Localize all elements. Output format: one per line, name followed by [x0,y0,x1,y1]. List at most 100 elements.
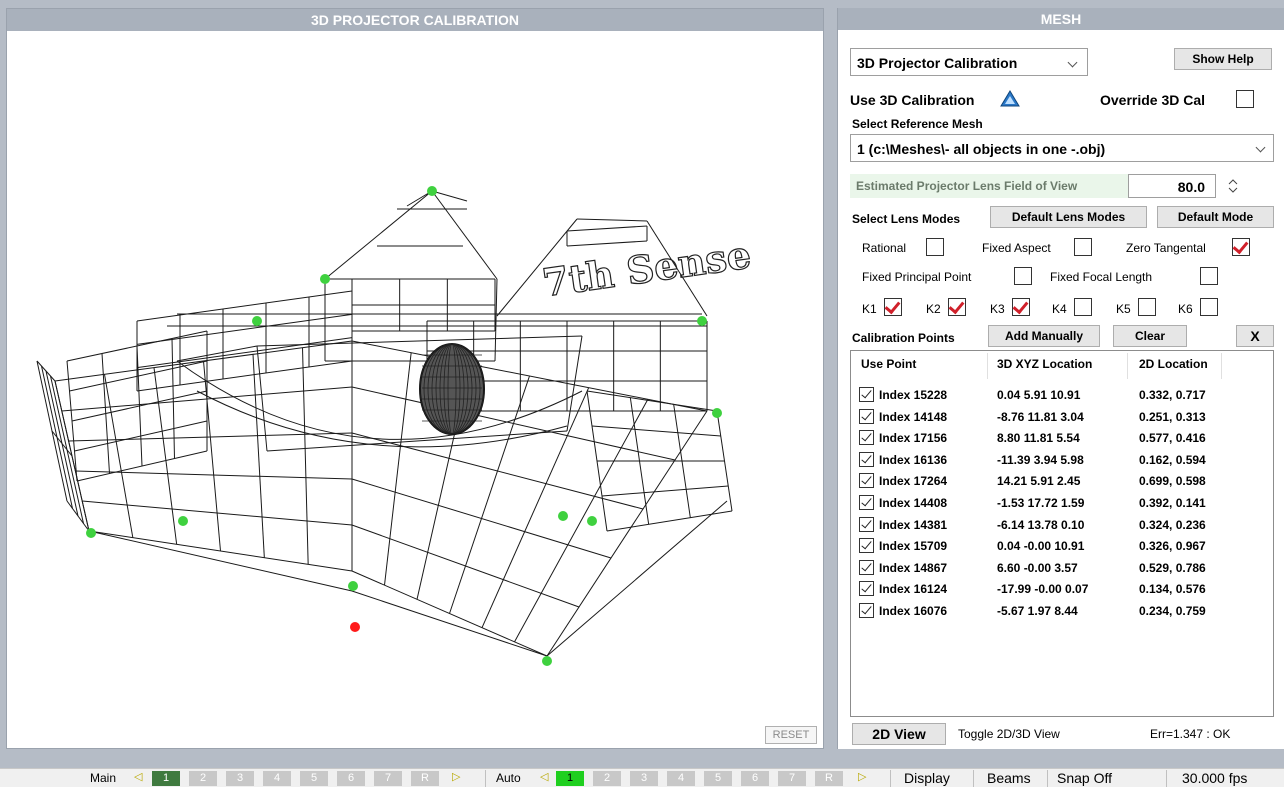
clear-button[interactable]: Clear [1113,325,1187,347]
calibration-point-marker[interactable] [558,511,568,521]
show-help-button[interactable]: Show Help [1174,48,1272,70]
main-segment-3[interactable]: 3 [226,771,254,786]
k6-checkbox[interactable] [1200,298,1218,316]
beams-button[interactable]: Beams [987,770,1031,786]
cell-index: Index 15228 [879,388,948,402]
use-point-checkbox[interactable] [859,387,874,402]
table-row[interactable]: Index 15228 0.04 5.91 10.91 0.332, 0.717 [851,385,1271,405]
calibration-viewport[interactable]: 3D PROJECTOR CALIBRATION 7th Sense RESET [6,8,824,749]
auto-segment-5[interactable]: 5 [704,771,732,786]
calibration-point-marker[interactable] [320,274,330,284]
fixed-focal-length-checkbox[interactable] [1200,267,1218,285]
cell-loc2d: 0.324, 0.236 [1139,517,1206,532]
use-point-checkbox[interactable] [859,581,874,597]
use-point-checkbox[interactable] [859,408,874,424]
rational-checkbox[interactable] [926,238,944,256]
close-x-button[interactable]: X [1236,325,1274,347]
table-row[interactable]: Index 16124 -17.99 -0.00 0.07 0.134, 0.576 [851,579,1271,599]
next-main-icon[interactable]: ▷ [452,770,460,783]
calibration-point-marker[interactable] [252,316,262,326]
fps-readout: 30.000 fps [1182,770,1248,786]
zero-tangental-checkbox[interactable] [1232,238,1250,256]
calibration-point-marker[interactable] [712,408,722,418]
toggle-view-button[interactable]: 2D View [852,723,946,745]
add-manually-button[interactable]: Add Manually [988,325,1100,347]
select-reference-mesh-label: Select Reference Mesh [852,117,983,131]
calibration-points-table[interactable]: Use Point 3D XYZ Location 2D Location In… [850,350,1274,717]
error-status: Err=1.347 : OK [1150,727,1231,741]
reference-mesh-dropdown[interactable]: 1 (c:\Meshes\- all objects in one -.obj) [850,134,1274,162]
next-auto-icon[interactable]: ▷ [858,770,866,783]
k3-checkbox[interactable] [1012,298,1030,316]
calibration-triangle-icon[interactable] [1000,90,1020,108]
use-point-checkbox[interactable] [859,538,874,554]
use-point-checkbox[interactable] [859,516,874,532]
calibration-point-marker[interactable] [348,581,358,591]
column-header-3d-xyz[interactable]: 3D XYZ Location [997,357,1092,371]
main-segment-2[interactable]: 2 [189,771,217,786]
auto-segment-1[interactable]: 1 [556,771,584,786]
table-row[interactable]: Index 14408 -1.53 17.72 1.59 0.392, 0.141 [851,493,1271,513]
k4-checkbox[interactable] [1074,298,1092,316]
use-point-checkbox[interactable] [859,473,874,489]
table-row[interactable]: Index 14867 6.60 -0.00 3.57 0.529, 0.786 [851,558,1271,578]
fixed-principal-point-checkbox[interactable] [1014,267,1032,285]
calibration-points-label: Calibration Points [852,331,955,345]
calibration-point-marker[interactable] [86,528,96,538]
calibration-point-marker[interactable] [587,516,597,526]
use-point-checkbox[interactable] [859,451,874,467]
cell-loc2d: 0.326, 0.967 [1139,539,1206,554]
calibration-point-marker[interactable] [542,656,552,666]
prev-main-icon[interactable]: ◁ [134,770,142,783]
table-row[interactable]: Index 15709 0.04 -0.00 10.91 0.326, 0.967 [851,536,1271,556]
table-row[interactable]: Index 16136 -11.39 3.94 5.98 0.162, 0.594 [851,450,1271,470]
k2-checkbox[interactable] [948,298,966,316]
table-row[interactable]: Index 17264 14.21 5.91 2.45 0.699, 0.598 [851,471,1271,491]
main-segment-5[interactable]: 5 [300,771,328,786]
prev-auto-icon[interactable]: ◁ [540,770,548,783]
auto-segment-4[interactable]: 4 [667,771,695,786]
main-segment-6[interactable]: 6 [337,771,365,786]
snap-button[interactable]: Snap Off [1057,770,1112,786]
auto-segment-3[interactable]: 3 [630,771,658,786]
k5-checkbox[interactable] [1138,298,1156,316]
fixed-aspect-checkbox[interactable] [1074,238,1092,256]
main-segment-7[interactable]: 7 [374,771,402,786]
default-mode-button[interactable]: Default Mode [1157,206,1274,228]
override-3d-cal-checkbox[interactable] [1236,90,1254,108]
auto-segment-6[interactable]: 6 [741,771,769,786]
calibration-point-marker[interactable] [178,516,188,526]
auto-segment-R[interactable]: R [815,771,843,786]
fov-spinner[interactable] [1224,174,1242,198]
selected-calibration-point-marker[interactable] [350,622,360,632]
calibration-mode-value: 3D Projector Calibration [857,55,1018,71]
use-point-checkbox[interactable] [859,559,874,575]
chevron-down-icon [1255,142,1266,153]
use-point-checkbox[interactable] [859,495,874,510]
reset-button[interactable]: RESET [765,726,817,744]
calibration-mode-dropdown[interactable]: 3D Projector Calibration [850,48,1088,76]
main-segment-R[interactable]: R [411,771,439,786]
column-header-use-point[interactable]: Use Point [861,357,916,371]
k1-checkbox[interactable] [884,298,902,316]
wireframe-scene[interactable]: 7th Sense [7,31,823,748]
k3-label: K3 [990,302,1005,316]
use-point-checkbox[interactable] [859,430,874,446]
table-row[interactable]: Index 14148 -8.76 11.81 3.04 0.251, 0.313 [851,407,1271,427]
table-row[interactable]: Index 17156 8.80 11.81 5.54 0.577, 0.416 [851,428,1271,448]
calibration-point-marker[interactable] [697,316,707,326]
table-row[interactable]: Index 14381 -6.14 13.78 0.10 0.324, 0.236 [851,515,1271,535]
calibration-point-marker[interactable] [427,186,437,196]
main-segment-4[interactable]: 4 [263,771,291,786]
display-button[interactable]: Display [904,770,950,786]
table-row[interactable]: Index 16076 -5.67 1.97 8.44 0.234, 0.759 [851,601,1271,621]
fov-input[interactable]: 80.0 [1128,174,1216,198]
auto-segment-2[interactable]: 2 [593,771,621,786]
column-header-2d-location[interactable]: 2D Location [1139,357,1208,371]
default-lens-modes-button[interactable]: Default Lens Modes [990,206,1147,228]
use-point-checkbox[interactable] [859,603,874,618]
cell-xyz: -11.39 3.94 5.98 [997,452,1084,467]
auto-segment-7[interactable]: 7 [778,771,806,786]
main-segment-1[interactable]: 1 [152,771,180,786]
override-3d-cal-label: Override 3D Cal [1100,92,1206,108]
